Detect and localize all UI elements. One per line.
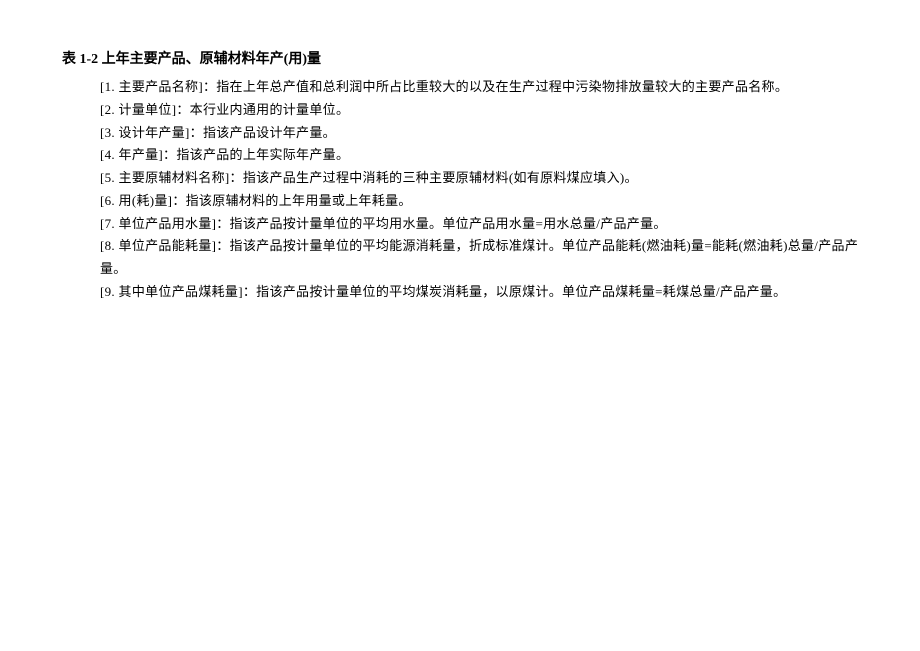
list-item: [7. 单位产品用水量]：指该产品按计量单位的平均用水量。单位产品用水量=用水总… [100, 213, 864, 236]
definition-list: [1. 主要产品名称]：指在上年总产值和总利润中所占比重较大的以及在生产过程中污… [56, 76, 864, 304]
list-item: [2. 计量单位]：本行业内通用的计量单位。 [100, 99, 864, 122]
list-item: [9. 其中单位产品煤耗量]：指该产品按计量单位的平均煤炭消耗量，以原煤计。单位… [100, 281, 864, 304]
list-item: [4. 年产量]：指该产品的上年实际年产量。 [100, 144, 864, 167]
list-item: [6. 用(耗)量]：指该原辅材料的上年用量或上年耗量。 [100, 190, 864, 213]
list-item: [3. 设计年产量]：指该产品设计年产量。 [100, 122, 864, 145]
list-item: [8. 单位产品能耗量]：指该产品按计量单位的平均能源消耗量，折成标准煤计。单位… [100, 235, 864, 281]
list-item: [5. 主要原辅材料名称]：指该产品生产过程中消耗的三种主要原辅材料(如有原料煤… [100, 167, 864, 190]
section-title: 表 1-2 上年主要产品、原辅材料年产(用)量 [62, 48, 864, 68]
list-item: [1. 主要产品名称]：指在上年总产值和总利润中所占比重较大的以及在生产过程中污… [100, 76, 864, 99]
